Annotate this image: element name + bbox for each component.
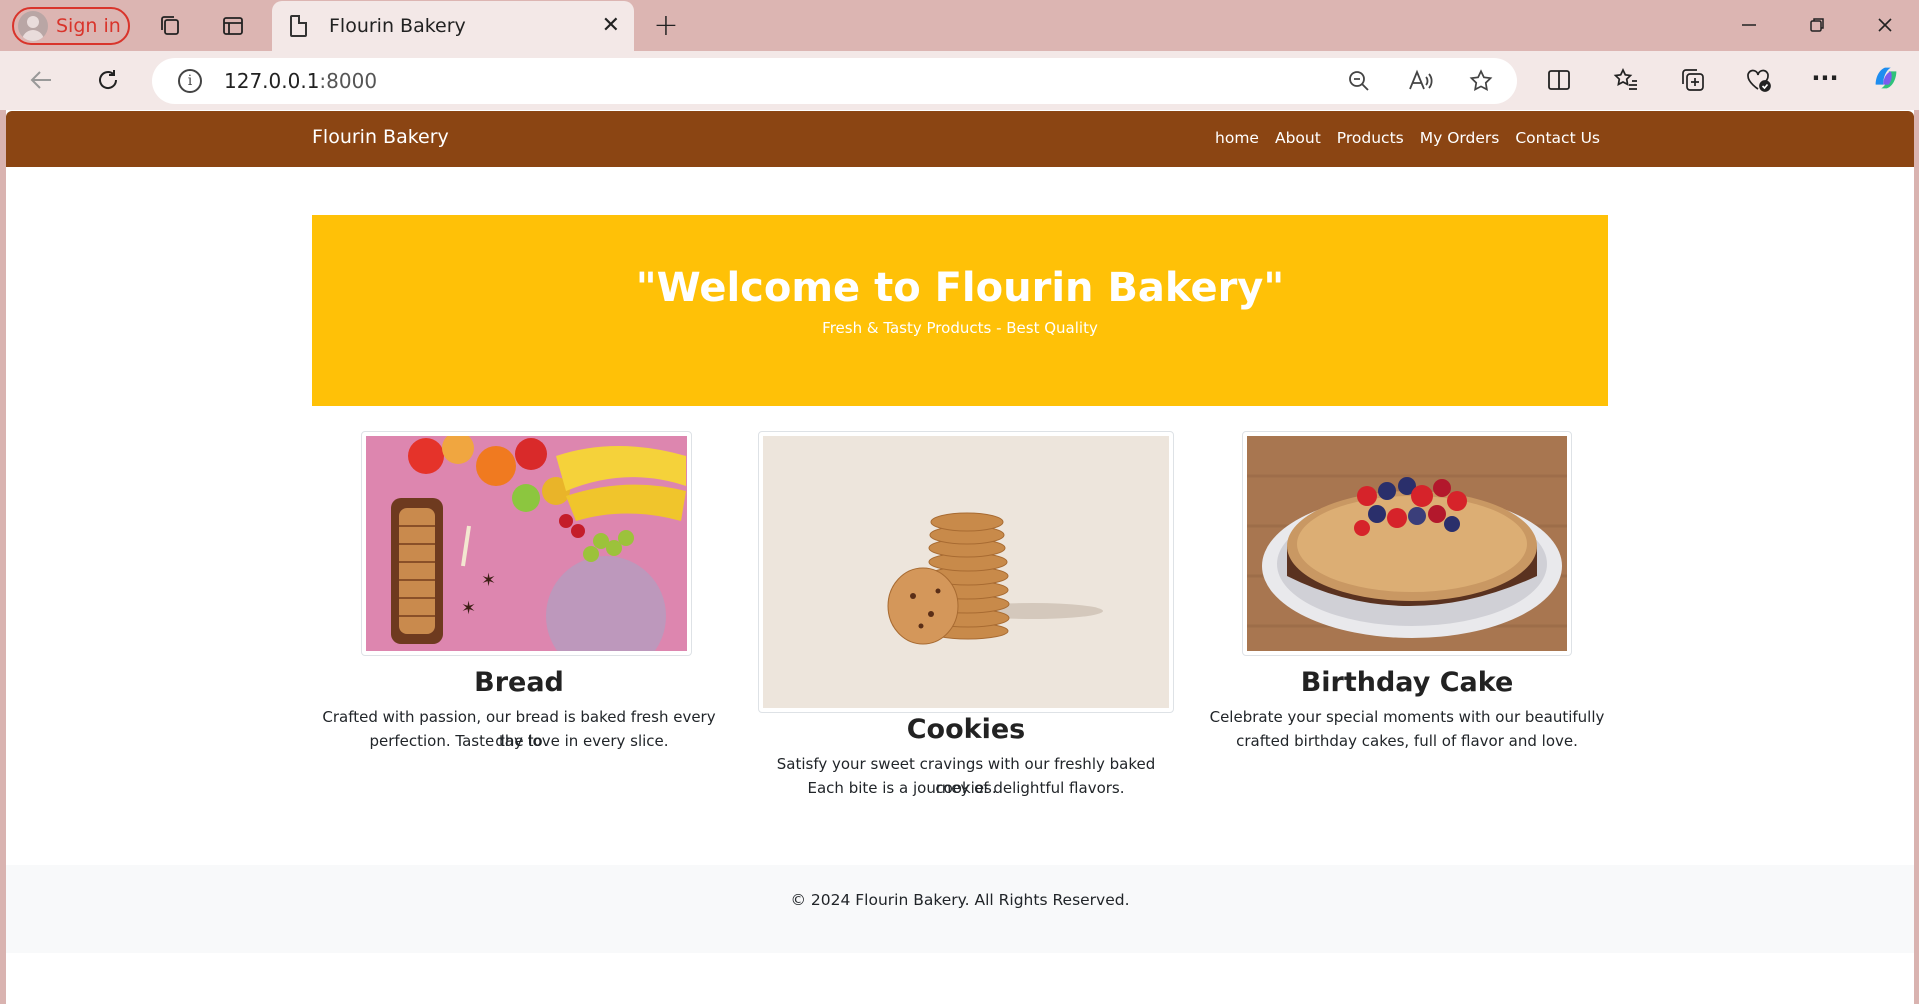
nav-products[interactable]: Products	[1337, 129, 1404, 147]
browser-essentials-icon[interactable]	[1743, 64, 1775, 96]
product-card-birthday-cake: Birthday Cake Celebrate your special mom…	[1206, 431, 1608, 750]
url-text[interactable]: 127.0.0.1:8000	[224, 69, 377, 93]
sign-in-button[interactable]: Sign in	[12, 7, 130, 45]
cake-photo-icon	[1247, 436, 1567, 651]
card-desc-birthday-cake-line1: Celebrate your special moments with our …	[1209, 708, 1605, 726]
nav-about[interactable]: About	[1275, 129, 1321, 147]
restore-icon[interactable]	[1801, 9, 1833, 41]
web-page: Flourin Bakery home About Products My Or…	[6, 110, 1914, 1004]
collections-icon[interactable]	[1677, 64, 1709, 96]
bread-image: ✶ ✶	[361, 431, 692, 656]
brand-link[interactable]: Flourin Bakery	[312, 126, 449, 148]
site-navbar: Flourin Bakery home About Products My Or…	[6, 111, 1914, 167]
url-host: 127.0.0.1	[224, 69, 320, 93]
product-card-bread: ✶ ✶ Bread Crafted with passion, our brea…	[312, 431, 726, 750]
nav-links: home About Products My Orders Contact Us	[1215, 129, 1600, 147]
avatar-icon	[18, 11, 48, 41]
page-icon	[290, 15, 307, 37]
birthday-cake-image	[1242, 431, 1572, 656]
address-bar[interactable]: i 127.0.0.1:8000	[152, 58, 1517, 104]
browser-tab-bar: Sign in Flourin Bakery ✕ +	[0, 0, 1919, 51]
cookies-image	[758, 431, 1174, 713]
svg-text:✶: ✶	[481, 570, 496, 591]
close-window-icon[interactable]	[1869, 9, 1901, 41]
favorites-icon[interactable]	[1610, 64, 1642, 96]
nav-contact-us[interactable]: Contact Us	[1515, 129, 1600, 147]
new-tab-icon[interactable]: +	[650, 8, 682, 43]
svg-text:✶: ✶	[461, 598, 476, 619]
active-tab[interactable]: Flourin Bakery ✕	[272, 1, 634, 51]
product-card-cookies: Cookies Satisfy your sweet cravings with…	[746, 431, 1186, 797]
site-footer: © 2024 Flourin Bakery. All Rights Reserv…	[6, 865, 1914, 953]
tab-title: Flourin Bakery	[329, 15, 466, 37]
footer-copyright: © 2024 Flourin Bakery. All Rights Reserv…	[790, 891, 1130, 909]
minimize-icon[interactable]	[1733, 9, 1765, 41]
bread-photo-icon: ✶ ✶	[366, 432, 687, 655]
card-desc-birthday-cake-line2: crafted birthday cakes, full of flavor a…	[1236, 732, 1578, 750]
workspaces-icon[interactable]	[154, 10, 186, 42]
nav-my-orders[interactable]: My Orders	[1420, 129, 1500, 147]
card-desc-bread-line2: perfection. Taste the love in every slic…	[369, 732, 669, 750]
nav-home[interactable]: home	[1215, 129, 1259, 147]
cookies-photo-icon	[763, 436, 1169, 708]
card-title-birthday-cake: Birthday Cake	[1300, 667, 1514, 698]
card-desc-cookies-line2: Each bite is a journey of delightful fla…	[807, 779, 1125, 797]
read-aloud-icon[interactable]	[1405, 65, 1437, 97]
browser-toolbar: i 127.0.0.1:8000 ···	[0, 51, 1919, 110]
zoom-out-icon[interactable]	[1343, 65, 1375, 97]
close-tab-icon[interactable]: ✕	[602, 13, 620, 38]
copilot-icon[interactable]	[1870, 62, 1902, 94]
favorite-star-icon[interactable]	[1465, 65, 1497, 97]
site-info-icon[interactable]: i	[178, 69, 202, 93]
hero-title: "Welcome to Flourin Bakery"	[635, 265, 1285, 311]
hero-banner: "Welcome to Flourin Bakery" Fresh & Tast…	[312, 215, 1608, 406]
refresh-icon[interactable]	[92, 64, 124, 96]
url-port: :8000	[319, 69, 378, 93]
tab-actions-icon[interactable]	[217, 10, 249, 42]
sign-in-label: Sign in	[56, 15, 121, 37]
card-title-bread: Bread	[474, 667, 564, 698]
split-screen-icon[interactable]	[1543, 64, 1575, 96]
card-title-cookies: Cookies	[906, 714, 1026, 745]
more-options-icon[interactable]: ···	[1809, 62, 1841, 94]
back-icon[interactable]	[26, 64, 58, 96]
hero-subtitle: Fresh & Tasty Products - Best Quality	[822, 319, 1098, 337]
